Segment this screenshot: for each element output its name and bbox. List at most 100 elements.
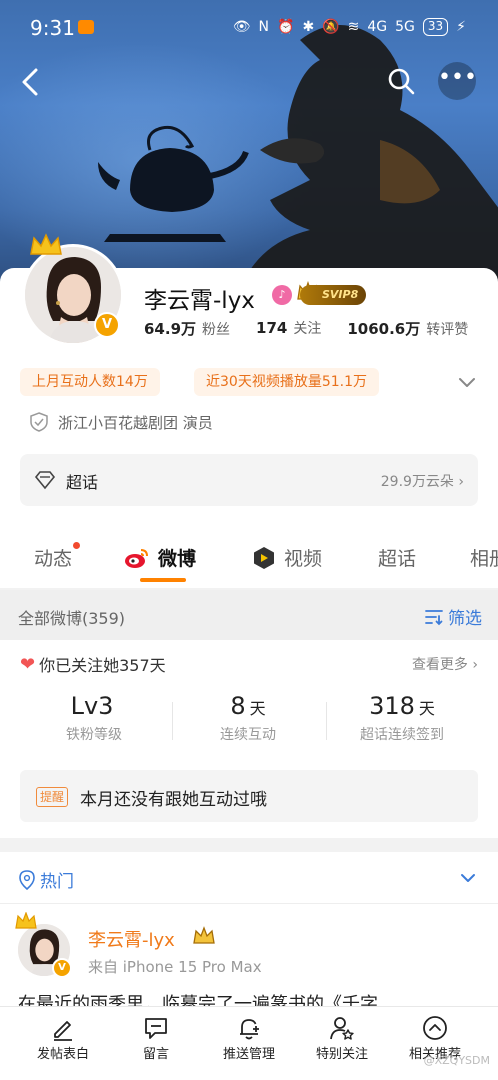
tool-label: 特别关注	[315, 1047, 368, 1062]
tab-label: 相册	[470, 548, 498, 570]
metric-value: 318 天	[369, 692, 435, 720]
svip-crown-icon	[193, 926, 215, 944]
filter-button[interactable]: 筛选	[424, 604, 482, 629]
stat-reposts-likes[interactable]: 1060.6万 转评赞	[347, 318, 468, 339]
hot-section-header[interactable]: 热门	[0, 852, 498, 904]
wifi-icon: ≋	[347, 19, 360, 35]
battery-indicator: 33	[422, 18, 449, 36]
all-posts-count[interactable]: 全部微博(359)	[18, 605, 125, 629]
hot-label: 热门	[18, 867, 74, 892]
super-topic-row[interactable]: 超话 29.9万云朵 ›	[20, 454, 478, 506]
stat-label: 关注	[293, 321, 322, 337]
pen-icon	[54, 1021, 72, 1041]
status-bar: 9:31 👁 N ⏰ ✱ 🔕 ≋ 4G 5G 33 ⚡	[0, 0, 498, 56]
tool-label: 留言	[142, 1047, 169, 1062]
fan-relationship-card: ❤ 你已关注她357天 查看更多 › Lv3 铁粉等级 8天 连续互动 318 天…	[0, 640, 498, 838]
verified-badge: V	[94, 312, 120, 338]
alarm-icon: ⏰	[277, 19, 295, 35]
reminder-tag: 提醒	[36, 787, 69, 807]
post-confession-button[interactable]: 发帖表白	[14, 1015, 112, 1062]
metric-value: 8天	[230, 692, 266, 720]
metric-label: 超话连续签到	[360, 727, 444, 743]
profile-name: 李云霄-lyx	[144, 288, 255, 314]
following-duration: ❤ 你已关注她357天	[20, 652, 166, 676]
verification-info: 浙江小百花越剧团 演员	[30, 411, 213, 433]
crown-icon	[15, 912, 37, 929]
bell-plus-icon	[240, 1019, 259, 1040]
tab-label: 动态	[34, 548, 73, 570]
diamond-icon	[34, 471, 56, 490]
nfc-icon: N	[258, 19, 269, 35]
divider	[326, 702, 327, 740]
fan-level[interactable]: Lv3 铁粉等级	[24, 692, 164, 744]
super-topic-checkin[interactable]: 318 天 超话连续签到	[332, 692, 472, 744]
tab-video[interactable]: 视频	[252, 544, 322, 571]
reminder-text: 本月还没有跟她互动过哦	[80, 790, 267, 810]
post-source: 来自 iPhone 15 Pro Max	[88, 958, 262, 976]
comment-icon	[145, 1018, 167, 1039]
tool-label: 发帖表白	[36, 1047, 89, 1062]
watermark: @XZQYSDM	[423, 1054, 490, 1067]
bluetooth-icon: ✱	[302, 19, 315, 35]
message-button[interactable]: 留言	[107, 1015, 205, 1062]
tab-super-topic[interactable]: 超话	[378, 544, 416, 571]
chevron-down-icon[interactable]	[458, 868, 478, 888]
stat-followers[interactable]: 64.9万 粉丝	[144, 318, 230, 339]
status-time: 9:31	[30, 16, 75, 40]
video-icon	[254, 546, 274, 569]
active-tab-indicator	[140, 578, 186, 582]
verification-text: 浙江小百花越剧团 演员	[58, 413, 213, 432]
eye-icon: 👁	[232, 19, 251, 35]
following-days-text: 你已关注她357天	[39, 656, 166, 675]
chevron-up-circle-icon	[423, 1016, 447, 1040]
stat-value: 64.9万	[144, 320, 197, 338]
signal-5g-label: 5G	[395, 19, 415, 35]
weibo-logo-icon	[125, 548, 148, 568]
profile-stats: 64.9万 粉丝 174 关注 1060.6万 转评赞	[144, 318, 494, 339]
push-settings-button[interactable]: 推送管理	[200, 1015, 298, 1062]
unread-dot	[73, 542, 81, 549]
metric-label: 连续互动	[220, 727, 276, 743]
metric-label: 铁粉等级	[66, 727, 122, 743]
heart-icon: ❤	[20, 653, 36, 675]
stat-label: 转评赞	[426, 322, 469, 338]
interaction-tag[interactable]: 上月互动人数14万	[20, 368, 160, 396]
charging-icon: ⚡	[456, 19, 466, 35]
stat-following[interactable]: 174 关注	[256, 318, 321, 339]
crown-icon	[30, 233, 62, 255]
consecutive-interaction[interactable]: 8天 连续互动	[178, 692, 318, 744]
filter-label: 筛选	[448, 609, 482, 629]
video-views-tag[interactable]: 近30天视频播放量51.1万	[194, 368, 379, 396]
interaction-reminder[interactable]: 提醒 本月还没有跟她互动过哦	[20, 770, 478, 822]
search-icon[interactable]	[386, 66, 416, 96]
tab-album[interactable]: 相册	[470, 544, 498, 571]
chevron-down-icon[interactable]	[456, 372, 478, 392]
signal-4g-label: 4G	[367, 19, 388, 35]
stat-value: 1060.6万	[347, 320, 421, 338]
filter-icon	[425, 609, 443, 625]
mute-icon: 🔕	[322, 19, 340, 35]
special-follow-button[interactable]: 特别关注	[293, 1015, 391, 1062]
status-icons: 👁 N ⏰ ✱ 🔕 ≋ 4G 5G 33 ⚡	[233, 18, 466, 36]
back-icon[interactable]	[16, 66, 48, 98]
pink-badge-icon[interactable]: ♪	[272, 285, 292, 305]
posts-filter-bar: 全部微博(359) 筛选	[0, 590, 498, 640]
svip-badge[interactable]: SVIP8	[300, 285, 367, 305]
see-more-link[interactable]: 查看更多 ›	[412, 654, 478, 674]
shield-icon	[30, 412, 48, 432]
stat-label: 粉丝	[202, 322, 231, 338]
tab-label: 微博	[158, 548, 197, 570]
user-star-icon	[330, 1017, 354, 1040]
metric-value: Lv3	[70, 692, 114, 720]
tab-label: 视频	[284, 548, 323, 570]
post-author[interactable]: 李云霄-lyx	[88, 926, 175, 952]
more-icon[interactable]: •••	[438, 62, 477, 100]
stat-value: 174	[256, 319, 288, 337]
profile-tabs: 动态 微博 视频 超话 相册	[0, 530, 498, 586]
tool-label: 推送管理	[222, 1047, 275, 1062]
super-topic-count: 29.9万云朵 ›	[380, 474, 464, 490]
tab-dynamics[interactable]: 动态	[34, 542, 81, 571]
tab-weibo[interactable]: 微博	[124, 544, 196, 571]
tab-label: 超话	[378, 548, 417, 570]
location-pin-icon	[19, 869, 35, 890]
